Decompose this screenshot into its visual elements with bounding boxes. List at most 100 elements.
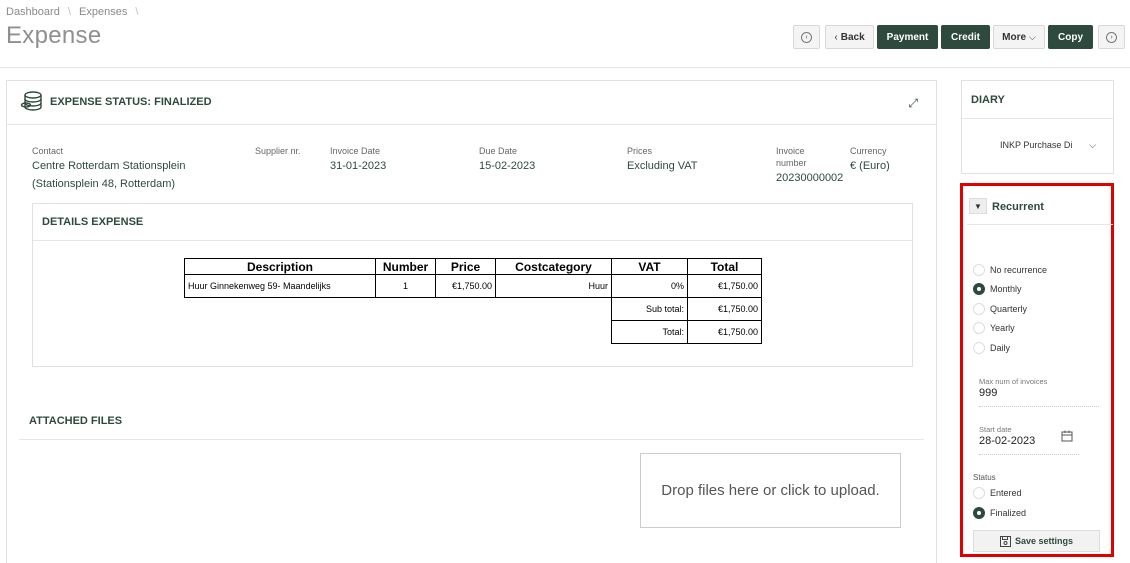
radio-no-recurrence[interactable]: No recurrence	[973, 264, 1047, 276]
invoice-date-value: 31-01-2023	[330, 160, 387, 172]
max-invoices-input[interactable]: 999	[979, 387, 997, 399]
row-total: €1,750.00	[687, 274, 762, 298]
expense-status-title: EXPENSE STATUS: FINALIZED	[50, 96, 212, 108]
contact-field: Contact Centre Rotterdam Stationsplein (…	[32, 145, 185, 193]
start-date-input[interactable]: 28-02-2023	[979, 435, 1035, 447]
toolbar: ‹ ‹ Back Payment Credit More ⌵ Copy ›	[0, 25, 1130, 49]
copy-button[interactable]: Copy	[1048, 25, 1093, 49]
subtotal-row: Sub total: €1,750.00	[185, 297, 762, 321]
radio-entered[interactable]: Entered	[973, 487, 1022, 499]
diary-selected-value: INKP Purchase Di	[1000, 140, 1073, 150]
column-header: Price	[435, 258, 496, 275]
diary-panel: DIARY INKP Purchase Di ⌵	[961, 80, 1114, 174]
invoice-date-field: Invoice Date 31-01-2023	[330, 145, 386, 175]
invoice-date-label: Invoice Date	[330, 146, 381, 156]
radio-label: Entered	[990, 488, 1022, 498]
expand-icon[interactable]: ⤢	[908, 96, 918, 111]
calendar-icon[interactable]	[1061, 430, 1073, 442]
radio-finalized[interactable]: Finalized	[973, 507, 1026, 519]
subtotal-value: €1,750.00	[687, 297, 762, 321]
due-date-value: 15-02-2023	[479, 160, 536, 172]
column-header: VAT	[611, 258, 688, 275]
row-number: 1	[375, 274, 436, 298]
expense-panel: EXPENSE STATUS: FINALIZED ⤢ Contact Cent…	[6, 80, 937, 563]
column-header: Costcategory	[495, 258, 612, 275]
radio-daily[interactable]: Daily	[973, 342, 1010, 354]
contact-label: Contact	[32, 146, 64, 156]
recurrent-panel: ▼ Recurrent No recurrence Monthly Quarte…	[960, 183, 1114, 557]
radio-selected-icon[interactable]	[973, 507, 985, 519]
chevron-down-icon: ⌵	[1089, 140, 1096, 150]
attached-files-title: ATTACHED FILES	[29, 415, 123, 427]
status-label: Status	[973, 473, 996, 482]
previous-button[interactable]: ‹	[793, 25, 820, 49]
row-price: €1,750.00	[435, 274, 496, 298]
radio-monthly[interactable]: Monthly	[973, 283, 1022, 295]
back-button[interactable]: ‹ Back	[825, 25, 874, 49]
header-divider	[0, 67, 1130, 68]
contact-address: (Stationsplein 48, Rotterdam)	[32, 178, 176, 190]
row-costcategory: Huur	[495, 274, 612, 298]
details-header: DETAILS EXPENSE	[33, 204, 912, 241]
table-header-row: Description Number Price Costcategory VA…	[184, 258, 762, 275]
details-title: DETAILS EXPENSE	[42, 216, 144, 228]
invoice-number-label: Invoice	[776, 146, 805, 156]
floppy-disk-icon	[999, 535, 1011, 547]
credit-button[interactable]: Credit	[941, 25, 990, 49]
due-date-field: Due Date 15-02-2023	[479, 145, 535, 175]
column-header: Description	[184, 258, 376, 275]
save-settings-button[interactable]: Save settings	[973, 530, 1100, 552]
diary-title: DIARY	[971, 94, 1005, 106]
currency-label: Currency	[850, 146, 887, 156]
currency-field: Currency € (Euro)	[850, 145, 890, 175]
coins-icon	[20, 91, 42, 111]
chevron-left-icon: ‹	[834, 31, 838, 43]
breadcrumb-separator: \	[67, 6, 71, 18]
status-bar: EXPENSE STATUS: FINALIZED ⤢	[7, 81, 936, 125]
currency-value: € (Euro)	[850, 160, 890, 172]
recurrent-header[interactable]: ▼ Recurrent	[967, 190, 1113, 225]
column-header: Total	[687, 258, 762, 275]
breadcrumb-separator: \	[135, 6, 139, 18]
breadcrumb-expenses[interactable]: Expenses	[79, 6, 127, 18]
total-row: Total: €1,750.00	[185, 320, 762, 344]
next-button[interactable]: ›	[1098, 25, 1125, 49]
radio-quarterly[interactable]: Quarterly	[973, 303, 1027, 315]
radio-label: Quarterly	[990, 304, 1028, 314]
due-date-label: Due Date	[479, 146, 518, 156]
supplier-field: Supplier nr.	[255, 145, 301, 157]
radio-icon[interactable]	[973, 322, 985, 334]
table-row: Huur Ginnekenweg 59- Maandelijks 1 €1,75…	[184, 274, 762, 298]
more-button[interactable]: More ⌵	[993, 25, 1045, 49]
previous-icon: ‹	[801, 31, 812, 43]
diary-select[interactable]: INKP Purchase Di ⌵	[1000, 140, 1096, 151]
radio-icon[interactable]	[973, 487, 985, 499]
breadcrumb-dashboard[interactable]: Dashboard	[6, 6, 60, 18]
column-header: Number	[375, 258, 436, 275]
radio-yearly[interactable]: Yearly	[973, 322, 1015, 334]
attached-divider	[19, 439, 924, 440]
back-label: Back	[840, 31, 865, 43]
total-value: €1,750.00	[687, 320, 762, 344]
radio-icon[interactable]	[973, 264, 985, 276]
invoice-number-label-2: number	[776, 158, 807, 168]
radio-label: Yearly	[990, 323, 1015, 333]
radio-icon[interactable]	[973, 342, 985, 354]
save-settings-label: Save settings	[1014, 536, 1074, 546]
recurrent-inner: ▼ Recurrent No recurrence Monthly Quarte…	[967, 190, 1113, 552]
row-vat: 0%	[611, 274, 688, 298]
payment-button[interactable]: Payment	[877, 25, 938, 49]
row-description: Huur Ginnekenweg 59- Maandelijks	[184, 274, 376, 298]
prices-value: Excluding VAT	[627, 160, 698, 172]
subtotal-label: Sub total:	[611, 297, 688, 321]
file-dropzone[interactable]: Drop files here or click to upload.	[640, 453, 901, 528]
radio-selected-icon[interactable]	[973, 283, 985, 295]
contact-name: Centre Rotterdam Stationsplein	[32, 160, 186, 172]
breadcrumb: Dashboard \ Expenses \	[6, 6, 143, 18]
diary-divider	[962, 118, 1113, 119]
details-expense-box: DETAILS EXPENSE Description Number Price…	[32, 203, 913, 367]
radio-icon[interactable]	[973, 303, 985, 315]
caret-down-icon[interactable]: ▼	[969, 198, 987, 214]
radio-label: No recurrence	[990, 265, 1048, 275]
recurrent-title: Recurrent	[992, 201, 1044, 213]
